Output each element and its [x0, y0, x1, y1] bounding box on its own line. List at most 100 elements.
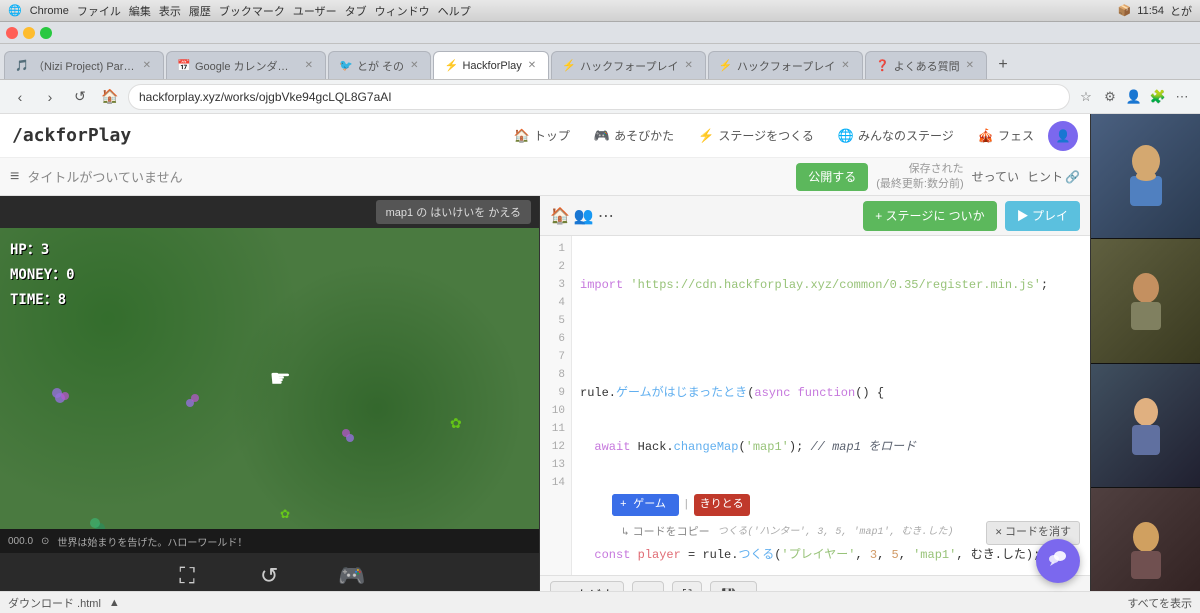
tab-menu[interactable]: タブ — [345, 3, 367, 19]
saved-time: (最終更新:数分前) — [876, 177, 963, 191]
tab-faq[interactable]: ❓ よくある質問 ✕ — [865, 51, 987, 79]
editor-more-icon[interactable]: ⋯ — [598, 206, 614, 226]
nav-create-stage[interactable]: ⚡ ステージをつくる — [688, 120, 824, 152]
nav-fes-label: フェス — [998, 127, 1034, 144]
chat-icon — [1046, 546, 1070, 570]
browser-page: /ackforPlay 🏠 トップ 🎮 あそびかた ⚡ ステージをつくる 🌐 み… — [0, 114, 1090, 613]
view-menu[interactable]: 表示 — [159, 3, 181, 19]
tab-hackforplay3[interactable]: ⚡ ハックフォープレイ ✕ — [708, 51, 863, 79]
play-button[interactable]: ▶ プレイ — [1005, 201, 1080, 231]
gamepad-icon: 🎮 — [338, 563, 365, 589]
howto-icon: 🎮 — [594, 128, 610, 144]
time-display: 11:54 — [1137, 5, 1164, 17]
back-button[interactable]: ‹ — [8, 85, 32, 109]
hint-button[interactable]: ヒント 🔗 — [1027, 168, 1080, 185]
tab-hackforplay[interactable]: ⚡ HackforPlay ✕ — [433, 51, 549, 79]
tab-nizi[interactable]: 🎵 （Nizi Project) Part 1... ✕ — [4, 51, 164, 79]
home-button[interactable]: 🏠 — [98, 85, 122, 109]
tab-hackforplay3-close[interactable]: ✕ — [839, 60, 851, 71]
bookmark-menu[interactable]: ブックマーク — [219, 3, 285, 19]
status-bar-right: すべてを表示 — [1127, 595, 1192, 611]
copy-code-hint[interactable]: ↳ コードをコピー つくる('ハンター', 3, 5, 'map1', むき.し… — [622, 524, 953, 542]
editor-home-icon[interactable]: 🏠 — [550, 206, 570, 226]
history-menu[interactable]: 履歴 — [189, 3, 211, 19]
minimize-window-button[interactable] — [23, 27, 35, 39]
help-menu[interactable]: ヘルプ — [438, 3, 471, 19]
create-icon: ⚡ — [698, 128, 714, 144]
editor-users-icon[interactable]: 👥 — [574, 206, 594, 226]
reload-button[interactable]: ↺ — [68, 85, 92, 109]
edit-menu[interactable]: 編集 — [129, 3, 151, 19]
settings-icon[interactable]: ⚙ — [1100, 87, 1120, 107]
site-header: /ackforPlay 🏠 トップ 🎮 あそびかた ⚡ ステージをつくる 🌐 み… — [0, 114, 1090, 158]
tab-twitter-close[interactable]: ✕ — [408, 60, 420, 71]
tab-hackforplay2[interactable]: ⚡ ハックフォープレイ ✕ — [551, 51, 706, 79]
publish-button[interactable]: 公開する — [796, 163, 868, 191]
nav-top[interactable]: 🏠 トップ — [504, 120, 580, 152]
tab-hackforplay2-close[interactable]: ✕ — [682, 60, 694, 71]
tab-twitter[interactable]: 🐦 とが その ✕ — [328, 51, 431, 79]
settings-button[interactable]: せってい — [972, 168, 1019, 185]
inline-code-popup[interactable]: + ゲーム コピーする | きりとる — [612, 494, 750, 516]
nav-fes[interactable]: 🎪 フェス — [968, 120, 1044, 152]
close-window-button[interactable] — [6, 27, 18, 39]
editor-file-icons: 🏠 👥 ⋯ — [550, 206, 614, 226]
game-popup-button[interactable]: + ゲーム — [612, 494, 674, 516]
time-display: TIME：8 — [10, 288, 75, 313]
os-menubar: 🌐 Chrome ファイル 編集 表示 履歴 ブックマーク ユーザー タブ ウィ… — [0, 0, 1200, 22]
tab-hackforplay3-favicon: ⚡ — [719, 59, 733, 73]
tab-calendar-close[interactable]: ✕ — [303, 60, 315, 71]
line-numbers: 1 2 3 4 5 6 7 8 9 10 11 12 13 14 — [540, 236, 572, 575]
money-display: MONEY：0 — [10, 263, 75, 288]
status-coords: 000.0 — [8, 536, 33, 547]
show-all-label[interactable]: すべてを表示 — [1127, 598, 1192, 610]
fes-icon: 🎪 — [978, 128, 994, 144]
code-content[interactable]: import 'https://cdn.hackforplay.xyz/comm… — [572, 236, 1090, 575]
reload-icon: ↺ — [260, 563, 278, 589]
new-tab-button[interactable]: + — [989, 51, 1017, 79]
chrome-icon: 🌐 — [8, 4, 22, 17]
tab-nizi-favicon: 🎵 — [15, 59, 29, 73]
svg-text:✿: ✿ — [450, 415, 462, 431]
svg-text:✿: ✿ — [280, 507, 290, 521]
nav-howto[interactable]: 🎮 あそびかた — [584, 120, 684, 152]
nav-howto-label: あそびかた — [614, 127, 674, 144]
code-line-6: const player = rule.つくる('プレイヤー', 3, 5, '… — [580, 546, 1082, 564]
change-bg-button[interactable]: map1 の はいけいを かえる — [376, 200, 531, 224]
home-nav-icon: 🏠 — [514, 128, 530, 144]
game-background: ✿ ✿ ✿ ✦ ✦ ✿ ✿ ✦ — [0, 228, 539, 529]
delete-icon: ✕ — [995, 524, 1002, 542]
tab-hackforplay2-favicon: ⚡ — [562, 59, 576, 73]
user-avatar[interactable]: 👤 — [1048, 121, 1078, 151]
code-area: 1 2 3 4 5 6 7 8 9 10 11 12 13 14 — [540, 236, 1090, 575]
tab-bar: 🎵 （Nizi Project) Part 1... ✕ 📅 Google カレ… — [0, 44, 1200, 80]
person3-svg — [1116, 390, 1176, 460]
more-icon[interactable]: ⋯ — [1172, 87, 1192, 107]
tab-hackforplay-close[interactable]: ✕ — [526, 60, 538, 71]
address-bar: ‹ › ↺ 🏠 ☆ ⚙ 👤 🧩 ⋯ — [0, 80, 1200, 114]
hp-display: HP：3 — [10, 238, 75, 263]
maximize-window-button[interactable] — [40, 27, 52, 39]
nav-all-stages-label: みんなのステージ — [858, 127, 954, 144]
nav-all-stages[interactable]: 🌐 みんなのステージ — [828, 120, 964, 152]
forward-button[interactable]: › — [38, 85, 62, 109]
game-canvas[interactable]: ✿ ✿ ✿ ✦ ✦ ✿ ✿ ✦ — [0, 228, 539, 529]
editor-toolbar: 🏠 👥 ⋯ + ステージに ついか ▶ プレイ — [540, 196, 1090, 236]
window-menu[interactable]: ウィンドウ — [375, 3, 430, 19]
file-menu[interactable]: ファイル — [77, 3, 121, 19]
tab-faq-close[interactable]: ✕ — [964, 60, 976, 71]
tab-twitter-label: とが その — [357, 58, 404, 74]
chat-bubble-button[interactable] — [1036, 539, 1080, 583]
tab-calendar[interactable]: 📅 Google カレンダー - 2020年 6月 ✕ — [166, 51, 326, 79]
extensions-icon[interactable]: 🧩 — [1148, 87, 1168, 107]
bookmark-icon[interactable]: ☆ — [1076, 87, 1096, 107]
profile-icon[interactable]: 👤 — [1124, 87, 1144, 107]
os-user: とが — [1170, 3, 1192, 19]
hamburger-menu-icon[interactable]: ≡ — [10, 168, 19, 186]
tab-nizi-close[interactable]: ✕ — [141, 60, 153, 71]
url-input[interactable] — [128, 84, 1070, 110]
user-menu[interactable]: ユーザー — [293, 3, 337, 19]
add-to-stage-button[interactable]: + ステージに ついか — [863, 201, 996, 231]
code-line-2 — [580, 330, 1082, 348]
cut-popup-button[interactable]: きりとる — [694, 494, 750, 516]
